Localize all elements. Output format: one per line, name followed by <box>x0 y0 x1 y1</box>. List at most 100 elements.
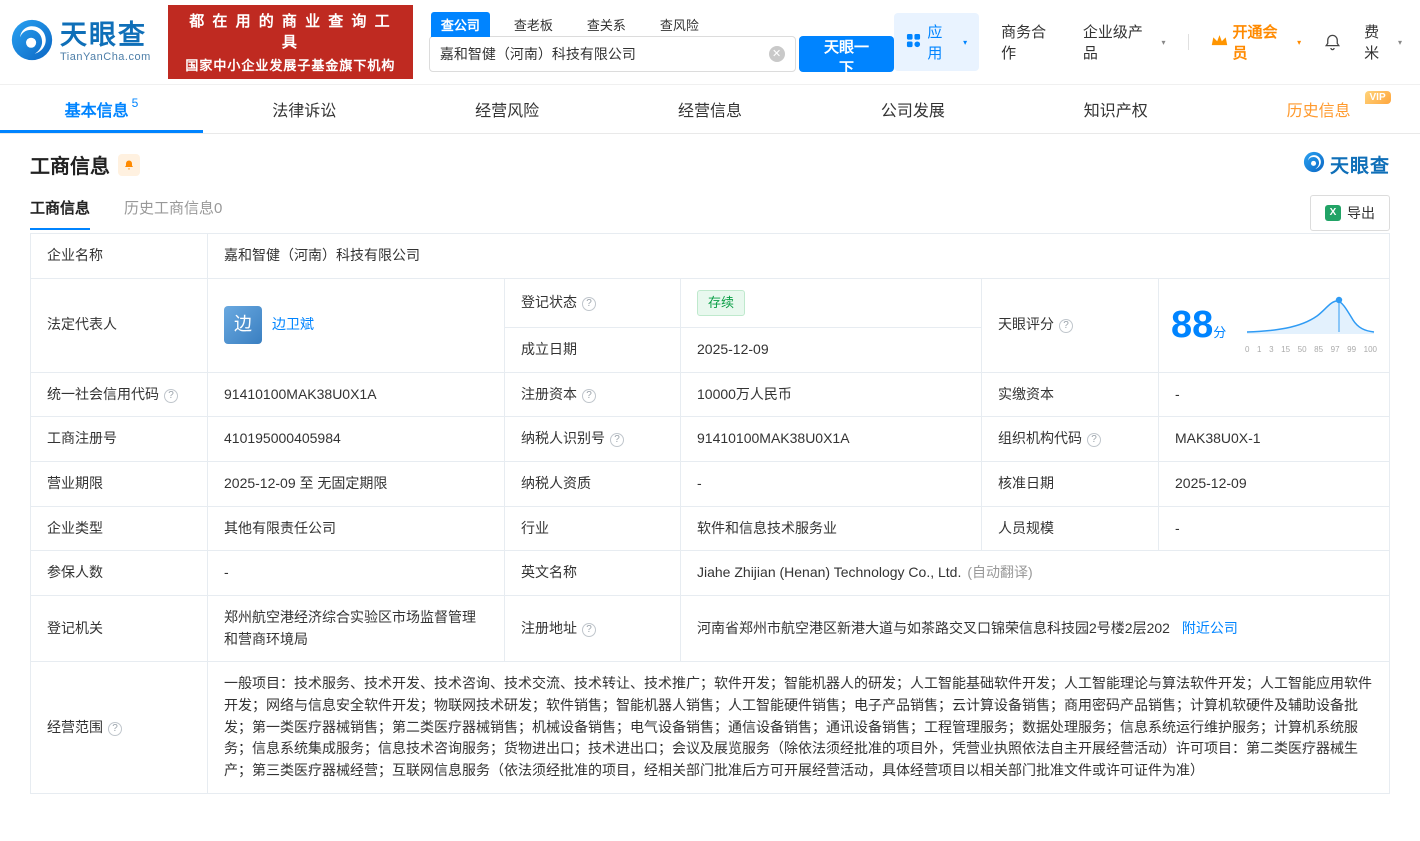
open-vip-link[interactable]: 开通会员 ▾ <box>1211 21 1302 63</box>
help-icon[interactable] <box>108 722 122 736</box>
search-button[interactable]: 天眼一下 <box>799 36 895 72</box>
search-tab-relation[interactable]: 查关系 <box>577 12 636 37</box>
search-tab-risk[interactable]: 查风险 <box>650 12 709 37</box>
business-term-label: 营业期限 <box>31 461 208 506</box>
reg-capital-value: 10000万人民币 <box>681 372 982 417</box>
tab-intellectual-property[interactable]: 知识产权 <box>1014 85 1217 133</box>
staff-size-label: 人员规模 <box>982 506 1159 551</box>
row-reg-number: 工商注册号 410195000405984 纳税人识别号 91410100MAK… <box>31 417 1390 462</box>
nearby-companies-link[interactable]: 附近公司 <box>1182 620 1238 636</box>
tab-company-development[interactable]: 公司发展 <box>811 85 1014 133</box>
reg-number-value: 410195000405984 <box>208 417 505 462</box>
row-legal-rep-status: 法定代表人 边 边卫斌 登记状态 存续 天眼评分 88分 <box>31 278 1390 327</box>
tab-operating-risk[interactable]: 经营风险 <box>406 85 609 133</box>
excel-icon <box>1325 205 1341 221</box>
clear-search-icon[interactable]: ✕ <box>769 46 785 62</box>
help-icon[interactable] <box>1087 433 1101 447</box>
row-business-term: 营业期限 2025-12-09 至 无固定期限 纳税人资质 - 核准日期 202… <box>31 461 1390 506</box>
approval-date-label: 核准日期 <box>982 461 1159 506</box>
main-content: 工商信息 天眼查 工商信息 历史工商信息0 <box>0 150 1420 794</box>
tab-basic-info-count: 5 <box>132 96 139 110</box>
search-area: 查公司 查老板 查关系 查风险 ✕ 天眼一下 <box>429 12 895 72</box>
company-section-tabs: 基本信息 5 法律诉讼 经营风险 经营信息 公司发展 知识产权 历史信息 VIP <box>0 84 1420 134</box>
vip-badge: VIP <box>1365 91 1391 104</box>
search-tab-boss[interactable]: 查老板 <box>504 12 563 37</box>
tianyancha-logo[interactable]: 天眼查 TianYanCha.com <box>10 18 158 67</box>
apps-label: 应用 <box>927 21 957 63</box>
legal-rep-avatar[interactable]: 边 <box>224 306 262 344</box>
watermark-brand-text: 天眼查 <box>1330 151 1390 178</box>
help-icon[interactable] <box>1059 319 1073 333</box>
help-icon[interactable] <box>582 297 596 311</box>
taxpayer-quality-value: - <box>681 461 982 506</box>
legal-rep-label: 法定代表人 <box>31 278 208 372</box>
help-icon[interactable] <box>582 623 596 637</box>
slogan-line2: 国家中小企业发展子基金旗下机构 <box>178 55 403 74</box>
tab-history-info-label: 历史信息 <box>1287 97 1351 121</box>
business-cooperation-link[interactable]: 商务合作 <box>1001 21 1061 63</box>
english-name-label: 英文名称 <box>505 551 681 596</box>
org-code-label: 组织机构代码 <box>982 417 1159 462</box>
search-box[interactable]: ✕ <box>429 36 796 72</box>
legal-rep-link[interactable]: 边卫斌 <box>272 314 314 336</box>
search-input[interactable] <box>440 46 769 62</box>
industry-value: 软件和信息技术服务业 <box>681 506 982 551</box>
row-company-type: 企业类型 其他有限责任公司 行业 软件和信息技术服务业 人员规模 - <box>31 506 1390 551</box>
subtab-history-info[interactable]: 历史工商信息0 <box>124 197 222 230</box>
row-company-name: 企业名称 嘉和智健（河南）科技有限公司 <box>31 234 1390 279</box>
tab-basic-info[interactable]: 基本信息 5 <box>0 85 203 133</box>
tab-operating-info[interactable]: 经营信息 <box>609 85 812 133</box>
help-icon[interactable] <box>164 389 178 403</box>
export-button[interactable]: 导出 <box>1310 195 1390 231</box>
enterprise-product-label: 企业级产品 <box>1083 21 1158 63</box>
brand-slogan-banner: 都 在 用 的 商 业 查 询 工 具 国家中小企业发展子基金旗下机构 <box>168 5 413 79</box>
help-icon[interactable] <box>582 389 596 403</box>
row-reg-authority: 登记机关 郑州航空港经济综合实验区市场监督管理和营商环境局 注册地址 河南省郑州… <box>31 595 1390 661</box>
company-type-label: 企业类型 <box>31 506 208 551</box>
score-distribution-chart: 0 1 3 15 50 85 97 99 100 <box>1245 294 1377 356</box>
subtab-current-info[interactable]: 工商信息 <box>30 197 90 230</box>
company-name-label: 企业名称 <box>31 234 208 279</box>
credit-code-label: 统一社会信用代码 <box>31 372 208 417</box>
row-credit-code: 统一社会信用代码 91410100MAK38U0X1A 注册资本 10000万人… <box>31 372 1390 417</box>
subscribe-bell-icon[interactable] <box>118 154 140 176</box>
divider <box>1188 34 1189 50</box>
chevron-down-icon: ▾ <box>963 38 967 47</box>
business-registration-table: 企业名称 嘉和智健（河南）科技有限公司 法定代表人 边 边卫斌 登记状态 存续 … <box>30 233 1390 794</box>
score-value[interactable]: 88 <box>1171 304 1213 346</box>
score-chart-x-ticks: 0 1 3 15 50 85 97 99 100 <box>1245 344 1377 356</box>
legal-rep-cell: 边 边卫斌 <box>208 278 505 372</box>
company-name-value: 嘉和智健（河南）科技有限公司 <box>208 234 1390 279</box>
search-tab-company[interactable]: 查公司 <box>431 12 490 37</box>
english-name-value: Jiahe Zhijian (Henan) Technology Co., Lt… <box>681 551 1390 596</box>
tianyancha-logo-icon <box>10 18 54 67</box>
establish-date-value: 2025-12-09 <box>681 327 982 372</box>
chevron-down-icon: ▾ <box>1162 38 1166 47</box>
watermark-logo-icon <box>1303 151 1325 178</box>
tab-legal-proceedings[interactable]: 法律诉讼 <box>203 85 406 133</box>
user-menu[interactable]: 费米 ▾ <box>1364 21 1402 63</box>
notification-bell-icon[interactable] <box>1323 33 1342 52</box>
business-info-subtabs: 工商信息 历史工商信息0 <box>30 197 222 230</box>
search-tabs: 查公司 查老板 查关系 查风险 <box>431 12 709 37</box>
slogan-line1: 都 在 用 的 商 业 查 询 工 具 <box>178 10 403 52</box>
chevron-down-icon: ▾ <box>1297 38 1301 47</box>
establish-date-label: 成立日期 <box>505 327 681 372</box>
taxpayer-id-value: 91410100MAK38U0X1A <box>681 417 982 462</box>
reg-authority-value: 郑州航空港经济综合实验区市场监督管理和营商环境局 <box>208 595 505 661</box>
reg-authority-label: 登记机关 <box>31 595 208 661</box>
business-scope-label: 经营范围 <box>31 662 208 793</box>
help-icon[interactable] <box>610 433 624 447</box>
staff-size-value: - <box>1159 506 1390 551</box>
paid-capital-label: 实缴资本 <box>982 372 1159 417</box>
enterprise-product-link[interactable]: 企业级产品 ▾ <box>1083 21 1166 63</box>
row-business-scope: 经营范围 一般项目：技术服务、技术开发、技术咨询、技术交流、技术转让、技术推广；… <box>31 662 1390 793</box>
score-unit: 分 <box>1213 325 1226 340</box>
address-label: 注册地址 <box>505 595 681 661</box>
top-right-nav: 应用 ▾ 商务合作 企业级产品 ▾ 开通会员 ▾ 费米 ▾ <box>894 13 1402 71</box>
reg-number-label: 工商注册号 <box>31 417 208 462</box>
tianyancha-watermark: 天眼查 <box>1303 151 1390 178</box>
score-cell: 88分 0 1 3 15 <box>1159 278 1390 372</box>
tab-history-info[interactable]: 历史信息 VIP <box>1217 85 1420 133</box>
apps-button[interactable]: 应用 ▾ <box>894 13 979 71</box>
